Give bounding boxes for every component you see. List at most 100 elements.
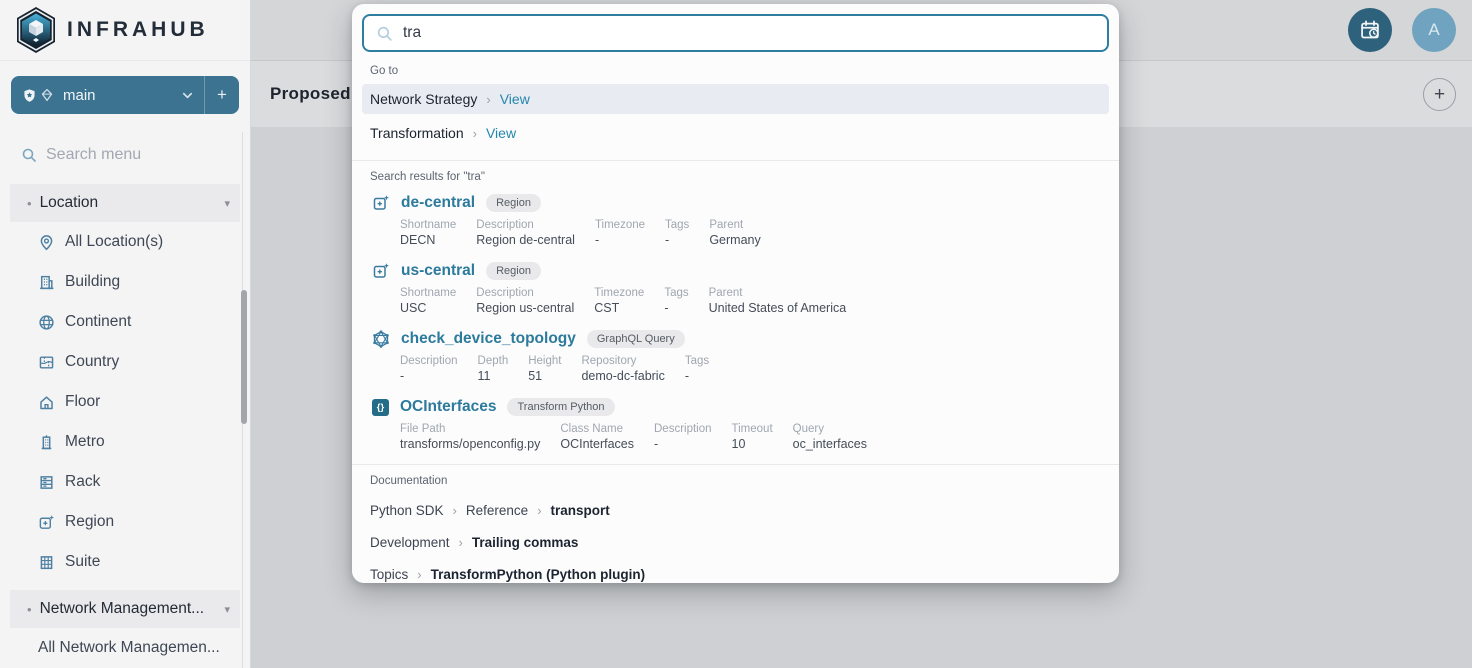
result-title[interactable]: de-central xyxy=(401,194,475,212)
result-kind-badge: Region xyxy=(486,262,541,280)
page-title: Proposed xyxy=(270,84,351,104)
result-title[interactable]: OCInterfaces xyxy=(400,398,496,416)
field-value: Germany xyxy=(709,233,760,247)
field-value: DECN xyxy=(400,233,456,247)
goto-item-network-strategy[interactable]: Network Strategy › View xyxy=(362,84,1109,114)
menu-item-label: Continent xyxy=(65,313,131,331)
chevron-right-icon: › xyxy=(459,535,463,550)
sidebar-item-metro[interactable]: Metro xyxy=(0,422,250,462)
building-icon xyxy=(38,274,55,291)
goto-item-transformation[interactable]: Transformation › View xyxy=(362,118,1109,148)
field-label: Description xyxy=(400,355,458,367)
field-value: CST xyxy=(594,301,644,315)
doc-link-transport[interactable]: Python SDK › Reference › transport xyxy=(352,494,1119,526)
search-result-check-device-topology[interactable]: check_device_topology GraphQL Query Desc… xyxy=(352,328,1119,383)
menu-item-label: Region xyxy=(65,513,114,531)
chevron-down-icon[interactable] xyxy=(171,88,204,103)
view-link[interactable]: View xyxy=(486,125,516,141)
chevron-right-icon: › xyxy=(486,92,490,107)
result-title[interactable]: check_device_topology xyxy=(401,330,576,348)
caret-down-icon[interactable]: ▾ xyxy=(224,197,230,210)
current-branch-label: main xyxy=(63,87,171,104)
field-label: Parent xyxy=(709,287,847,299)
sidebar-item-country[interactable]: Country xyxy=(0,342,250,382)
menu-item-label: Country xyxy=(65,353,119,371)
sidebar-item-floor[interactable]: Floor xyxy=(0,382,250,422)
sidebar-item-all-network-management[interactable]: All Network Managemen... xyxy=(0,628,250,668)
bullet-icon: • xyxy=(27,602,32,617)
chevron-right-icon: › xyxy=(537,503,541,518)
chevron-right-icon: › xyxy=(417,567,421,582)
modal-search-input[interactable] xyxy=(403,24,1095,42)
metro-building-icon xyxy=(38,434,55,451)
menu-search-input[interactable] xyxy=(46,146,216,164)
calendar-clock-icon xyxy=(1359,19,1381,41)
sidebar-item-region[interactable]: Region xyxy=(0,502,250,542)
sidebar-item-building[interactable]: Building xyxy=(0,262,250,302)
field-label: Timezone xyxy=(594,287,644,299)
search-result-us-central[interactable]: us-central Region ShortnameUSC Descripti… xyxy=(352,260,1119,315)
menu-item-label: All Network Managemen... xyxy=(38,639,220,657)
add-proposed-change-button[interactable]: + xyxy=(1423,78,1456,111)
search-result-ocinterfaces[interactable]: {} OCInterfaces Transform Python File Pa… xyxy=(352,396,1119,451)
sidebar-search[interactable] xyxy=(0,140,250,170)
result-kind-badge: GraphQL Query xyxy=(587,330,685,348)
documentation-section-label: Documentation xyxy=(370,475,1119,487)
map-icon xyxy=(38,354,55,371)
result-title[interactable]: us-central xyxy=(401,262,475,280)
bullet-icon: • xyxy=(27,196,32,211)
field-label: Shortname xyxy=(400,219,456,231)
brand-wordmark: INFRAHUB xyxy=(67,18,209,42)
field-label: Description xyxy=(476,219,575,231)
field-value: Region de-central xyxy=(476,233,575,247)
field-label: Query xyxy=(793,423,867,435)
doc-link-transformpython[interactable]: Topics › TransformPython (Python plugin) xyxy=(352,558,1119,583)
avatar[interactable]: A xyxy=(1412,8,1456,52)
chevron-right-icon: › xyxy=(453,503,457,518)
doc-link-trailing-commas[interactable]: Development › Trailing commas xyxy=(352,526,1119,558)
schedule-button[interactable] xyxy=(1348,8,1392,52)
sidebar-item-all-locations[interactable]: All Location(s) xyxy=(0,222,250,262)
branch-selector[interactable]: main + xyxy=(11,76,239,114)
field-label: Tags xyxy=(685,355,709,367)
modal-search-box[interactable] xyxy=(362,14,1109,52)
caret-down-icon[interactable]: ▾ xyxy=(224,603,230,616)
create-branch-button[interactable]: + xyxy=(205,76,239,114)
sidebar-section-location[interactable]: • Location ▾ xyxy=(10,184,240,222)
infrahub-logo-icon xyxy=(14,6,58,54)
search-results: de-central Region Shortname DECN Descript… xyxy=(352,190,1119,451)
field-value: - xyxy=(654,437,712,451)
doc-target: TransformPython (Python plugin) xyxy=(431,567,646,582)
sidebar-item-suite[interactable]: Suite xyxy=(0,542,250,582)
field-value: - xyxy=(595,233,645,247)
field-value: United States of America xyxy=(709,301,847,315)
sidebar-item-rack[interactable]: Rack xyxy=(0,462,250,502)
search-result-de-central[interactable]: de-central Region ShortnameDECN Descript… xyxy=(352,192,1119,247)
field-value: Region us-central xyxy=(476,301,574,315)
shield-icon xyxy=(22,88,37,103)
chevron-right-icon: › xyxy=(473,126,477,141)
doc-crumb: Topics xyxy=(370,567,408,582)
goto-item-name: Transformation xyxy=(370,125,464,141)
doc-crumb: Development xyxy=(370,535,450,550)
goto-item-name: Network Strategy xyxy=(370,91,477,107)
home-icon xyxy=(38,394,55,411)
field-label: Depth xyxy=(478,355,509,367)
map-pin-icon xyxy=(38,234,55,251)
brand-header[interactable]: INFRAHUB xyxy=(0,0,250,61)
view-link[interactable]: View xyxy=(500,91,530,107)
divider xyxy=(352,464,1119,465)
sidebar-item-continent[interactable]: Continent xyxy=(0,302,250,342)
field-value: 11 xyxy=(478,369,509,383)
menu-item-label: Rack xyxy=(65,473,100,491)
field-value: oc_interfaces xyxy=(793,437,867,451)
section-label: Location xyxy=(40,194,99,212)
field-value: - xyxy=(400,369,458,383)
menu-item-label: All Location(s) xyxy=(65,233,163,251)
doc-target: Trailing commas xyxy=(472,535,579,550)
field-label: Shortname xyxy=(400,287,456,299)
rack-icon xyxy=(38,474,55,491)
search-modal: Go to Network Strategy › View Transforma… xyxy=(352,4,1119,583)
sidebar-scrollbar[interactable] xyxy=(241,290,247,424)
sidebar-section-network-management[interactable]: • Network Management... ▾ xyxy=(10,590,240,628)
